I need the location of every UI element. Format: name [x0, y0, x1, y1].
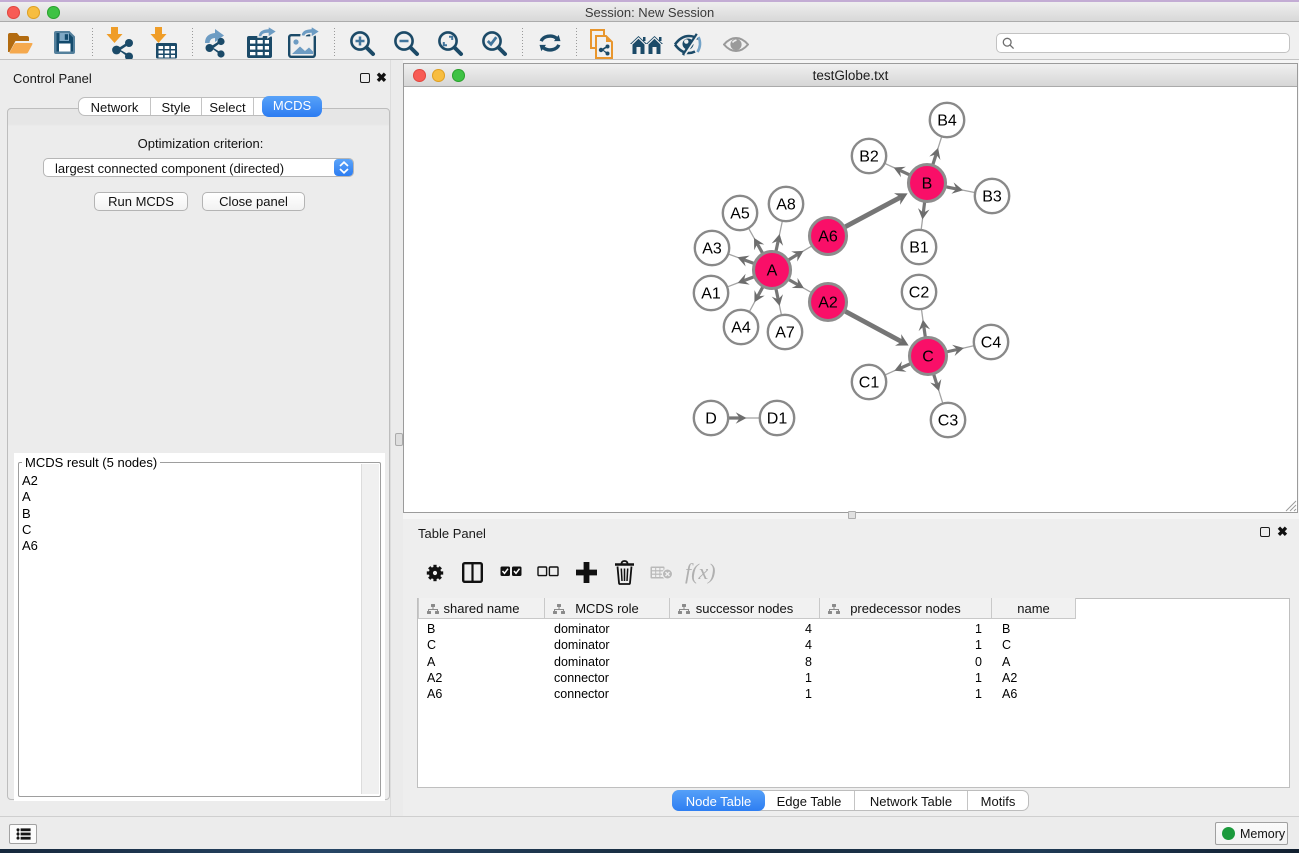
svg-text:C1: C1 — [859, 375, 880, 392]
svg-text:A7: A7 — [775, 325, 795, 342]
svg-text:D1: D1 — [767, 411, 788, 428]
svg-text:A2: A2 — [818, 295, 838, 312]
svg-text:A1: A1 — [701, 286, 721, 303]
svg-text:C: C — [922, 349, 934, 366]
svg-text:B: B — [922, 176, 933, 193]
svg-text:A6: A6 — [818, 229, 838, 246]
svg-text:C4: C4 — [981, 335, 1002, 352]
svg-text:A4: A4 — [731, 320, 751, 337]
svg-text:B3: B3 — [982, 189, 1002, 206]
svg-text:D: D — [705, 411, 717, 428]
svg-text:A8: A8 — [776, 197, 796, 214]
svg-text:B4: B4 — [937, 113, 957, 130]
svg-text:A5: A5 — [730, 206, 750, 223]
svg-text:C3: C3 — [938, 413, 959, 430]
svg-text:A: A — [767, 263, 778, 280]
svg-text:B1: B1 — [909, 240, 929, 257]
svg-text:B2: B2 — [859, 149, 879, 166]
svg-text:A3: A3 — [702, 241, 722, 258]
svg-text:C2: C2 — [909, 285, 930, 302]
